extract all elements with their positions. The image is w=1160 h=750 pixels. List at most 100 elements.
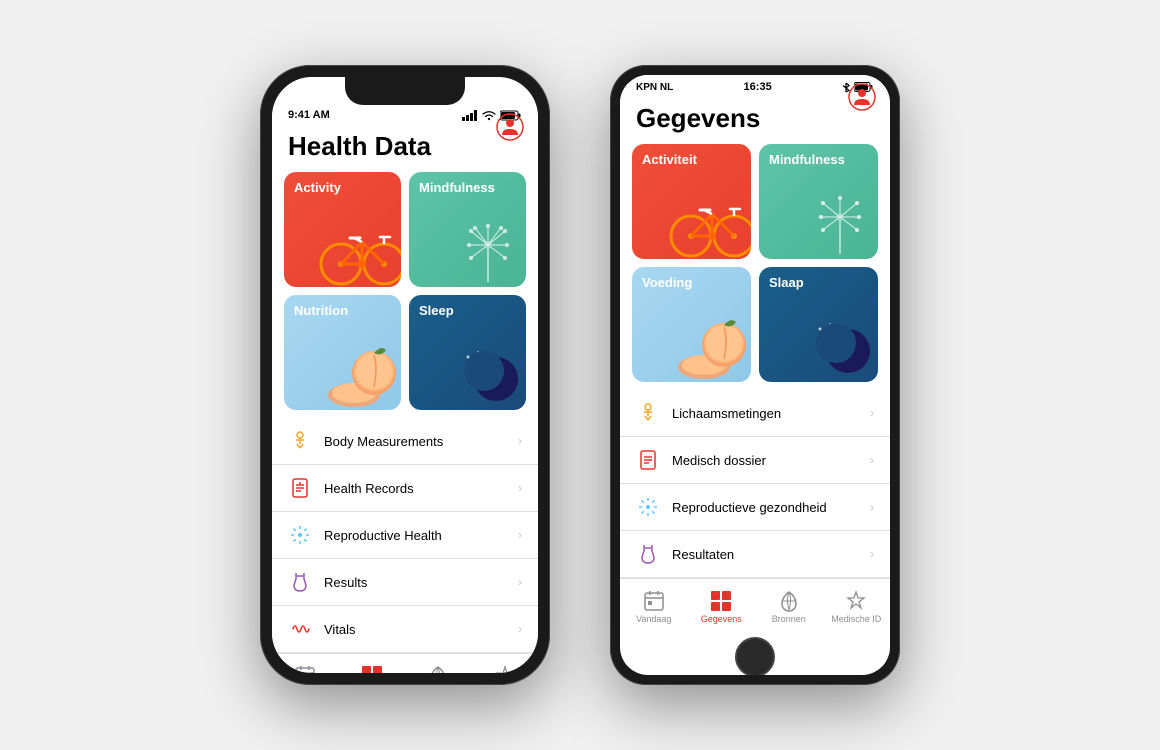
tiles-grid-left: Activity (272, 172, 538, 418)
moon-illustration (458, 347, 518, 402)
health-records-label: Health Records (324, 481, 518, 496)
body-measurements-icon (288, 429, 312, 453)
tab-today-icon (294, 665, 316, 674)
vitals-label: Vitals (324, 622, 518, 637)
tab-bronnen-label: Bronnen (772, 614, 806, 624)
mindfulness-tile-label: Mindfulness (419, 180, 495, 195)
activity-tile[interactable]: Activity (284, 172, 401, 287)
tab-gegevens-icon (710, 590, 732, 612)
slaap-tile[interactable]: Slaap (759, 267, 878, 382)
iphone-7-screen: KPN NL 16:35 (620, 75, 890, 675)
tab-bar-left: Today Health Data (272, 653, 538, 673)
iphone-x-device: 9:41 AM (260, 65, 550, 685)
time-left: 9:41 AM (288, 109, 330, 121)
tab-today-left[interactable]: Today (272, 665, 339, 674)
mindfulness-tile-right[interactable]: Mindfulness (759, 144, 878, 259)
medisch-dossier-item[interactable]: Medisch dossier › (620, 437, 890, 484)
carrier-right: KPN NL (636, 82, 673, 93)
mindfulness-tile-right-label: Mindfulness (769, 152, 845, 167)
lichaamsmetingen-label: Lichaamsmetingen (672, 406, 870, 421)
health-records-icon (288, 476, 312, 500)
reproductive-health-label: Reproductive Health (324, 528, 518, 543)
vitals-chevron: › (518, 622, 522, 636)
health-records-chevron: › (518, 481, 522, 495)
voeding-tile[interactable]: Voeding (632, 267, 751, 382)
iphone-x-screen: 9:41 AM (272, 77, 538, 673)
resultaten-label: Resultaten (672, 547, 870, 562)
activiteit-tile[interactable]: Activiteit (632, 144, 751, 259)
list-section-left: Body Measurements › Health Records (272, 418, 538, 653)
tab-sources-icon (427, 665, 449, 674)
medisch-dossier-icon (636, 448, 660, 472)
reproductive-health-icon (288, 523, 312, 547)
resultaten-item[interactable]: Resultaten › (620, 531, 890, 578)
tab-sources-left[interactable]: Sources (405, 665, 472, 674)
slaap-tile-label: Slaap (769, 275, 804, 290)
time-right: 16:35 (744, 81, 772, 93)
health-records-item[interactable]: Health Records › (272, 465, 538, 512)
medisch-dossier-label: Medisch dossier (672, 453, 870, 468)
results-label: Results (324, 575, 518, 590)
peach-illustration-right (676, 317, 746, 382)
tab-medical-id-left[interactable]: Medical ID (472, 665, 539, 674)
tab-bronnen[interactable]: Bronnen (755, 590, 823, 624)
lichaamsmetingen-icon (636, 401, 660, 425)
tiles-grid-right: Activiteit (620, 144, 890, 390)
body-measurements-label: Body Measurements (324, 434, 518, 449)
body-measurements-item[interactable]: Body Measurements › (272, 418, 538, 465)
notch (345, 77, 465, 105)
list-section-right: Lichaamsmetingen › Medisch dossier › (620, 390, 890, 578)
tab-medische-id-label: Medische ID (831, 614, 881, 624)
iphone-7-device: KPN NL 16:35 (610, 65, 900, 685)
reproductieve-icon (636, 495, 660, 519)
sleep-tile[interactable]: Sleep (409, 295, 526, 410)
bike-illustration (316, 212, 401, 287)
tab-medical-id-icon (494, 665, 516, 674)
voeding-tile-label: Voeding (642, 275, 692, 290)
reproductieve-chevron: › (870, 500, 874, 514)
reproductieve-label: Reproductieve gezondheid (672, 500, 870, 515)
tab-bar-right: Vandaag Gegevens (620, 578, 890, 630)
dandelion-illustration (456, 217, 521, 282)
vitals-icon (288, 617, 312, 641)
reproductieve-item[interactable]: Reproductieve gezondheid › (620, 484, 890, 531)
mindfulness-tile[interactable]: Mindfulness (409, 172, 526, 287)
results-chevron: › (518, 575, 522, 589)
moon-illustration-right (810, 319, 870, 374)
activity-tile-label: Activity (294, 180, 341, 195)
resultaten-chevron: › (870, 547, 874, 561)
lichaamsmetingen-item[interactable]: Lichaamsmetingen › (620, 390, 890, 437)
activiteit-tile-label: Activiteit (642, 152, 697, 167)
medisch-dossier-chevron: › (870, 453, 874, 467)
profile-button-right[interactable] (848, 83, 876, 111)
results-icon (288, 570, 312, 594)
tab-health-data-icon (361, 665, 383, 674)
tab-bronnen-icon (778, 590, 800, 612)
wifi-icon (482, 110, 496, 121)
signal-icon (462, 110, 478, 121)
lichaamsmetingen-chevron: › (870, 406, 874, 420)
profile-button-left[interactable] (496, 113, 524, 141)
tab-health-data-left[interactable]: Health Data (339, 665, 406, 674)
tab-vandaag-icon (643, 590, 665, 612)
home-button[interactable] (735, 637, 775, 675)
peach-illustration (326, 345, 396, 410)
nutrition-tile-label: Nutrition (294, 303, 348, 318)
nutrition-tile[interactable]: Nutrition (284, 295, 401, 410)
tab-gegevens[interactable]: Gegevens (688, 590, 756, 624)
reproductive-health-chevron: › (518, 528, 522, 542)
tab-vandaag-label: Vandaag (636, 614, 671, 624)
body-measurements-chevron: › (518, 434, 522, 448)
vitals-item[interactable]: Vitals › (272, 606, 538, 653)
results-item[interactable]: Results › (272, 559, 538, 606)
tab-medische-id-icon (845, 590, 867, 612)
bike-illustration-right (666, 184, 751, 259)
phones-container: 9:41 AM (0, 0, 1160, 750)
tab-gegevens-label: Gegevens (701, 614, 742, 624)
sleep-tile-label: Sleep (419, 303, 454, 318)
tab-medische-id[interactable]: Medische ID (823, 590, 891, 624)
reproductive-health-item[interactable]: Reproductive Health › (272, 512, 538, 559)
tab-vandaag[interactable]: Vandaag (620, 590, 688, 624)
resultaten-icon (636, 542, 660, 566)
dandelion-illustration-right (808, 189, 873, 254)
